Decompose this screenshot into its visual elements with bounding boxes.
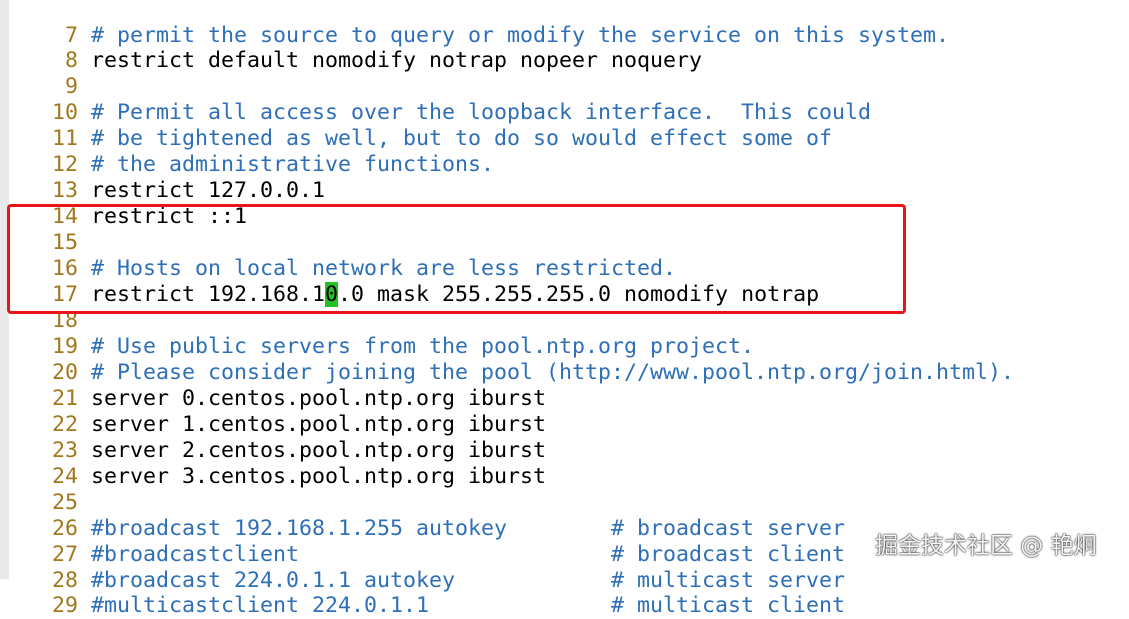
editor-line[interactable]: 10 # Permit all access over the loopback… [26,74,871,125]
editor-line[interactable]: 23 server 2.centos.pool.ntp.org iburst [26,412,546,463]
editor-line[interactable]: 11 # be tightened as well, but to do so … [26,100,832,151]
red-highlight-box [7,204,906,314]
editor-line[interactable]: 27 #broadcastclient # broadcast client [26,516,845,567]
line-comment: # multicast client [611,593,846,618]
editor-line[interactable]: 25 [26,464,91,515]
editor-line[interactable]: 8 restrict default nomodify notrap nopee… [26,22,702,73]
editor-line[interactable]: 29 #multicastclient 224.0.1.1 # multicas… [26,567,845,618]
line-code: #multicastclient 224.0.1.1 [91,593,612,618]
editor-line[interactable]: 9 [26,48,91,99]
watermark: 掘金技术社区 @ 艳炯 [875,533,1097,559]
editor-line[interactable]: 13 restrict 127.0.0.1 [26,152,325,203]
line-text: server 3.centos.pool.ntp.org iburst [91,464,547,489]
editor-line[interactable]: 14 restrict ::1 [26,178,247,229]
editor-line[interactable]: 7 # permit the source to query or modify… [26,0,949,48]
editor-line[interactable]: 21 server 0.centos.pool.ntp.org iburst [26,360,546,411]
line-text: restrict default nomodify notrap nopeer … [91,48,703,73]
editor-line[interactable]: 28 #broadcast 224.0.1.1 autokey # multic… [26,542,845,593]
editor-line[interactable]: 20 # Please consider joining the pool (h… [26,334,1014,385]
editor-line[interactable]: 22 server 1.centos.pool.ntp.org iburst [26,386,546,437]
editor-line[interactable]: 26 #broadcast 192.168.1.255 autokey # br… [26,490,845,541]
editor-line[interactable]: 24 server 3.centos.pool.ntp.org iburst [26,438,546,489]
editor-line[interactable]: 12 # the administrative functions. [26,126,494,177]
line-number: 29 [52,593,79,618]
